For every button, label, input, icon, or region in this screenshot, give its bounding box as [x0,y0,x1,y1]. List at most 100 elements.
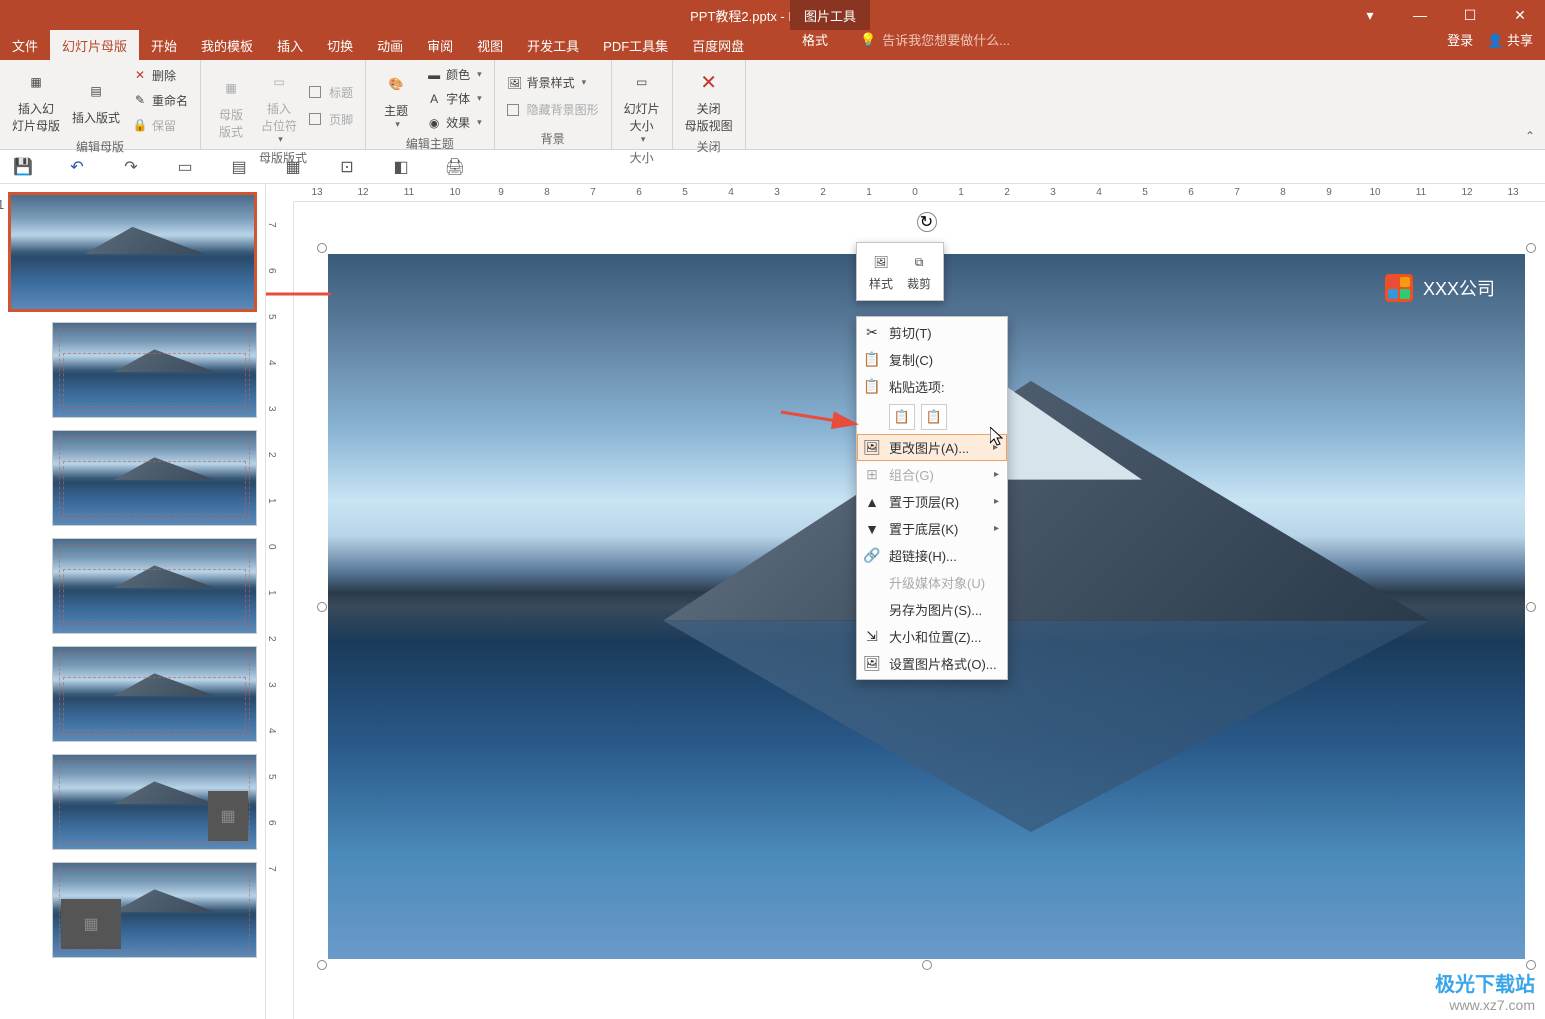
layout-icon: ▤ [80,75,112,107]
minimize-button[interactable]: — [1395,0,1445,30]
ribbon-group-close: ✕关闭 母版视图 关闭 [673,60,746,149]
qat-btn-8[interactable]: ◧ [390,156,412,178]
master-layout-button[interactable]: ▦母版 版式 [209,64,253,147]
ctx-size-position[interactable]: ⇲大小和位置(Z)... [857,623,1007,650]
preserve-button[interactable]: 🔒保留 [128,115,192,136]
fonts-button[interactable]: A字体▾ [422,88,486,109]
hide-bg-checkbox[interactable]: 隐藏背景图形 [503,99,603,120]
resize-handle-tr[interactable] [1526,243,1536,253]
tab-view[interactable]: 视图 [465,30,515,60]
context-menu: ✂剪切(T) 📋复制(C) 📋粘贴选项: 📋 📋 🖼更改图片(A)...▸ ⊞组… [856,316,1008,680]
ctx-bring-front[interactable]: ▲置于顶层(R)▸ [857,488,1007,515]
group-label: 编辑母版 [8,136,192,155]
master-thumbnail[interactable]: 1 [8,192,257,312]
resize-handle-tl[interactable] [317,243,327,253]
themes-button[interactable]: 🎨主题▾ [374,64,418,133]
tab-file[interactable]: 文件 [0,30,50,60]
resize-handle-bm[interactable] [922,960,932,970]
insert-slide-master-button[interactable]: ▦ 插入幻 灯片母版 [8,64,64,136]
close-button[interactable]: ✕ [1495,0,1545,30]
ctx-copy[interactable]: 📋复制(C) [857,346,1007,373]
style-button[interactable]: 🖼样式 [863,249,899,294]
mini-toolbar: 🖼样式 ⧉裁剪 [856,242,944,301]
ctx-save-as-pic[interactable]: 另存为图片(S)... [857,596,1007,623]
paste-option-1[interactable]: 📋 [889,404,915,430]
vertical-ruler: 765432101234567 [266,202,294,1019]
tab-home[interactable]: 开始 [139,30,189,60]
colors-button[interactable]: ▬颜色▾ [422,64,486,85]
ctx-cut[interactable]: ✂剪切(T) [857,319,1007,346]
slide-size-icon: ▭ [626,66,658,98]
watermark-url: www.xz7.com [1435,997,1535,1013]
tab-animations[interactable]: 动画 [365,30,415,60]
layout-thumbnail[interactable] [52,646,257,742]
ribbon: ▦ 插入幻 灯片母版 ▤ 插入版式 ✕删除 ✎重命名 🔒保留 编辑母版 ▦母版 … [0,60,1545,150]
crop-button[interactable]: ⧉裁剪 [901,249,937,294]
tab-baidu-netdisk[interactable]: 百度网盘 [680,30,756,60]
ribbon-options-icon[interactable]: ▾ [1345,0,1395,30]
save-button[interactable]: 💾 [12,156,34,178]
delete-button[interactable]: ✕删除 [128,65,192,86]
layout-thumbnail[interactable] [52,538,257,634]
ctx-hyperlink[interactable]: 🔗超链接(H)... [857,542,1007,569]
collapse-ribbon-icon[interactable]: ⌃ [1525,129,1535,143]
rename-button[interactable]: ✎重命名 [128,90,192,111]
group-label: 母版版式 [209,147,357,166]
copy-icon: 📋 [863,351,881,369]
submenu-arrow-icon: ▸ [994,523,999,534]
tab-pdf-tools[interactable]: PDF工具集 [591,30,680,60]
layout-thumbnail[interactable] [52,430,257,526]
bring-front-icon: ▲ [863,493,881,511]
undo-button[interactable]: ↶ [66,156,88,178]
checkbox-icon [507,104,519,116]
checkbox-icon [309,113,321,125]
background-styles-button[interactable]: 🖼背景样式▾ [503,72,603,93]
tab-developer[interactable]: 开发工具 [515,30,591,60]
redo-button[interactable]: ↷ [120,156,142,178]
rotate-handle[interactable]: ↻ [917,212,937,232]
tab-format[interactable]: 格式 [790,30,840,49]
maximize-button[interactable]: ☐ [1445,0,1495,30]
crop-icon: ⧉ [908,251,930,273]
paste-icon: 📋 [863,378,881,396]
cut-icon: ✂ [863,324,881,342]
ribbon-group-master-layout: ▦母版 版式 ▭插入 占位符▾ 标题 页脚 母版版式 [201,60,366,149]
login-button[interactable]: 登录 [1447,30,1473,49]
submenu-arrow-icon: ▸ [994,496,999,507]
format-pic-icon: 🖼 [863,655,881,673]
slide-size-button[interactable]: ▭幻灯片 大小▾ [620,64,664,147]
fonts-icon: A [426,91,442,107]
tab-insert[interactable]: 插入 [265,30,315,60]
insert-layout-button[interactable]: ▤ 插入版式 [68,64,124,136]
ctx-send-back[interactable]: ▼置于底层(K)▸ [857,515,1007,542]
ctx-format-picture[interactable]: 🖼设置图片格式(O)... [857,650,1007,677]
tell-me-search[interactable]: 💡 告诉我您想要做什么... [860,30,1010,49]
insert-placeholder-button[interactable]: ▭插入 占位符▾ [257,64,301,147]
footer-checkbox[interactable]: 页脚 [305,109,357,130]
bulb-icon: 💡 [860,32,876,48]
tab-review[interactable]: 审阅 [415,30,465,60]
qat-btn-4[interactable]: ▭ [174,156,196,178]
layout-thumbnail[interactable]: ▦ [52,862,257,958]
delete-icon: ✕ [132,67,148,83]
tab-transitions[interactable]: 切换 [315,30,365,60]
tab-my-templates[interactable]: 我的模板 [189,30,265,60]
qat-btn-9[interactable]: 🖨 [444,156,466,178]
group-label: 大小 [620,147,664,166]
close-master-view-button[interactable]: ✕关闭 母版视图 [681,64,737,136]
resize-handle-bl[interactable] [317,960,327,970]
layout-thumbnail[interactable]: ▦ [52,754,257,850]
resize-handle-ml[interactable] [317,602,327,612]
group-label: 背景 [503,128,603,147]
effects-button[interactable]: ◉效果▾ [422,112,486,133]
thumbnail-pane[interactable]: 1 ▦ ▦ [0,184,266,1019]
watermark-title: 极光下载站 [1435,968,1535,997]
ctx-change-picture[interactable]: 🖼更改图片(A)...▸ [857,434,1007,461]
resize-handle-mr[interactable] [1526,602,1536,612]
tab-slide-master[interactable]: 幻灯片母版 [50,30,139,60]
share-button[interactable]: 👤 共享 [1487,30,1533,49]
group-label: 编辑主题 [374,133,486,152]
title-checkbox[interactable]: 标题 [305,82,357,103]
layout-thumbnail[interactable] [52,322,257,418]
paste-option-2[interactable]: 📋 [921,404,947,430]
